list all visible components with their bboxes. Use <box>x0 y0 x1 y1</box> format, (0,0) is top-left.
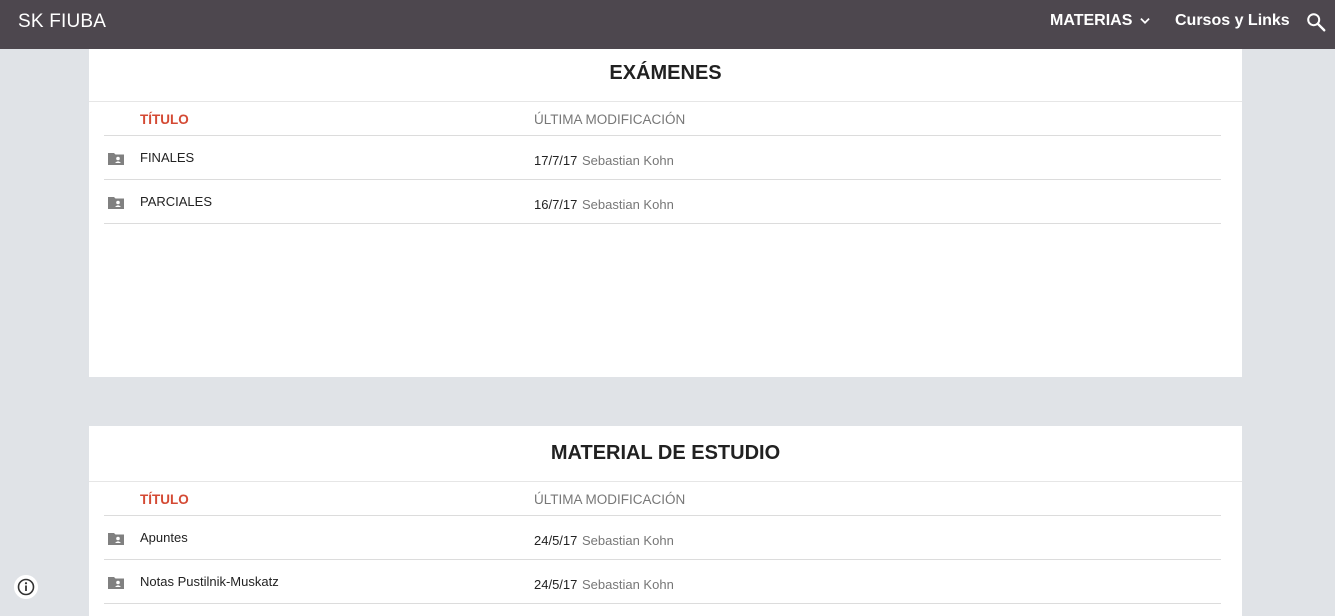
row-modified-date: 16/7/17 <box>534 197 578 212</box>
table-row[interactable]: PARCIALES 16/7/17 Sebastian Kohn <box>104 180 1221 224</box>
card-header: MATERIAL DE ESTUDIO <box>89 426 1242 482</box>
site-title[interactable]: SK FIUBA <box>18 11 106 33</box>
nav-materias[interactable]: MATERIAS <box>1050 12 1152 30</box>
column-header-title[interactable]: TÍTULO <box>140 492 189 507</box>
table-row[interactable]: Notas Pustilnik-Muskatz 24/5/17 Sebastia… <box>104 560 1221 604</box>
shared-folder-icon <box>108 533 124 545</box>
search-icon[interactable] <box>1305 11 1327 33</box>
shared-folder-icon <box>108 153 124 165</box>
row-modified-date: 24/5/17 <box>534 533 578 548</box>
row-modified-date: 24/5/17 <box>534 577 578 592</box>
shared-folder-icon <box>108 577 124 589</box>
section-title: MATERIAL DE ESTUDIO <box>550 442 781 464</box>
nav-cursos-y-links[interactable]: Cursos y Links <box>1175 12 1290 30</box>
column-header-last-modified[interactable]: ÚLTIMA MODIFICACIÓN <box>534 112 685 127</box>
row-title-link[interactable]: FINALES <box>140 150 194 165</box>
shared-folder-icon <box>108 197 124 209</box>
table-header: TÍTULO ÚLTIMA MODIFICACIÓN <box>104 482 1221 516</box>
chevron-down-icon <box>1140 18 1151 24</box>
row-title-link[interactable]: Apuntes <box>140 530 188 545</box>
examenes-card: EXÁMENES TÍTULO ÚLTIMA MODIFICACIÓN FINA… <box>89 49 1242 377</box>
row-modified-author: Sebastian Kohn <box>582 533 674 548</box>
row-modified-author: Sebastian Kohn <box>582 153 674 168</box>
row-modified-author: Sebastian Kohn <box>582 197 674 212</box>
top-navigation-bar: SK FIUBA MATERIAS Cursos y Links <box>0 0 1335 49</box>
nav-materias-label: MATERIAS <box>1050 12 1133 29</box>
info-icon[interactable] <box>14 575 38 599</box>
file-cabinet-table: TÍTULO ÚLTIMA MODIFICACIÓN FINALES 17/7/… <box>104 102 1221 224</box>
column-header-last-modified[interactable]: ÚLTIMA MODIFICACIÓN <box>534 492 685 507</box>
table-row[interactable]: FINALES 17/7/17 Sebastian Kohn <box>104 136 1221 180</box>
row-modified-author: Sebastian Kohn <box>582 577 674 592</box>
card-header: EXÁMENES <box>89 49 1242 102</box>
column-header-title[interactable]: TÍTULO <box>140 112 189 127</box>
row-modified-date: 17/7/17 <box>534 153 578 168</box>
file-cabinet-table: TÍTULO ÚLTIMA MODIFICACIÓN Apuntes 24/5/… <box>104 482 1221 604</box>
table-row[interactable]: Apuntes 24/5/17 Sebastian Kohn <box>104 516 1221 560</box>
section-title: EXÁMENES <box>609 62 722 84</box>
material-de-estudio-card: MATERIAL DE ESTUDIO TÍTULO ÚLTIMA MODIFI… <box>89 426 1242 616</box>
table-header: TÍTULO ÚLTIMA MODIFICACIÓN <box>104 102 1221 136</box>
row-title-link[interactable]: PARCIALES <box>140 194 212 209</box>
row-title-link[interactable]: Notas Pustilnik-Muskatz <box>140 574 279 589</box>
